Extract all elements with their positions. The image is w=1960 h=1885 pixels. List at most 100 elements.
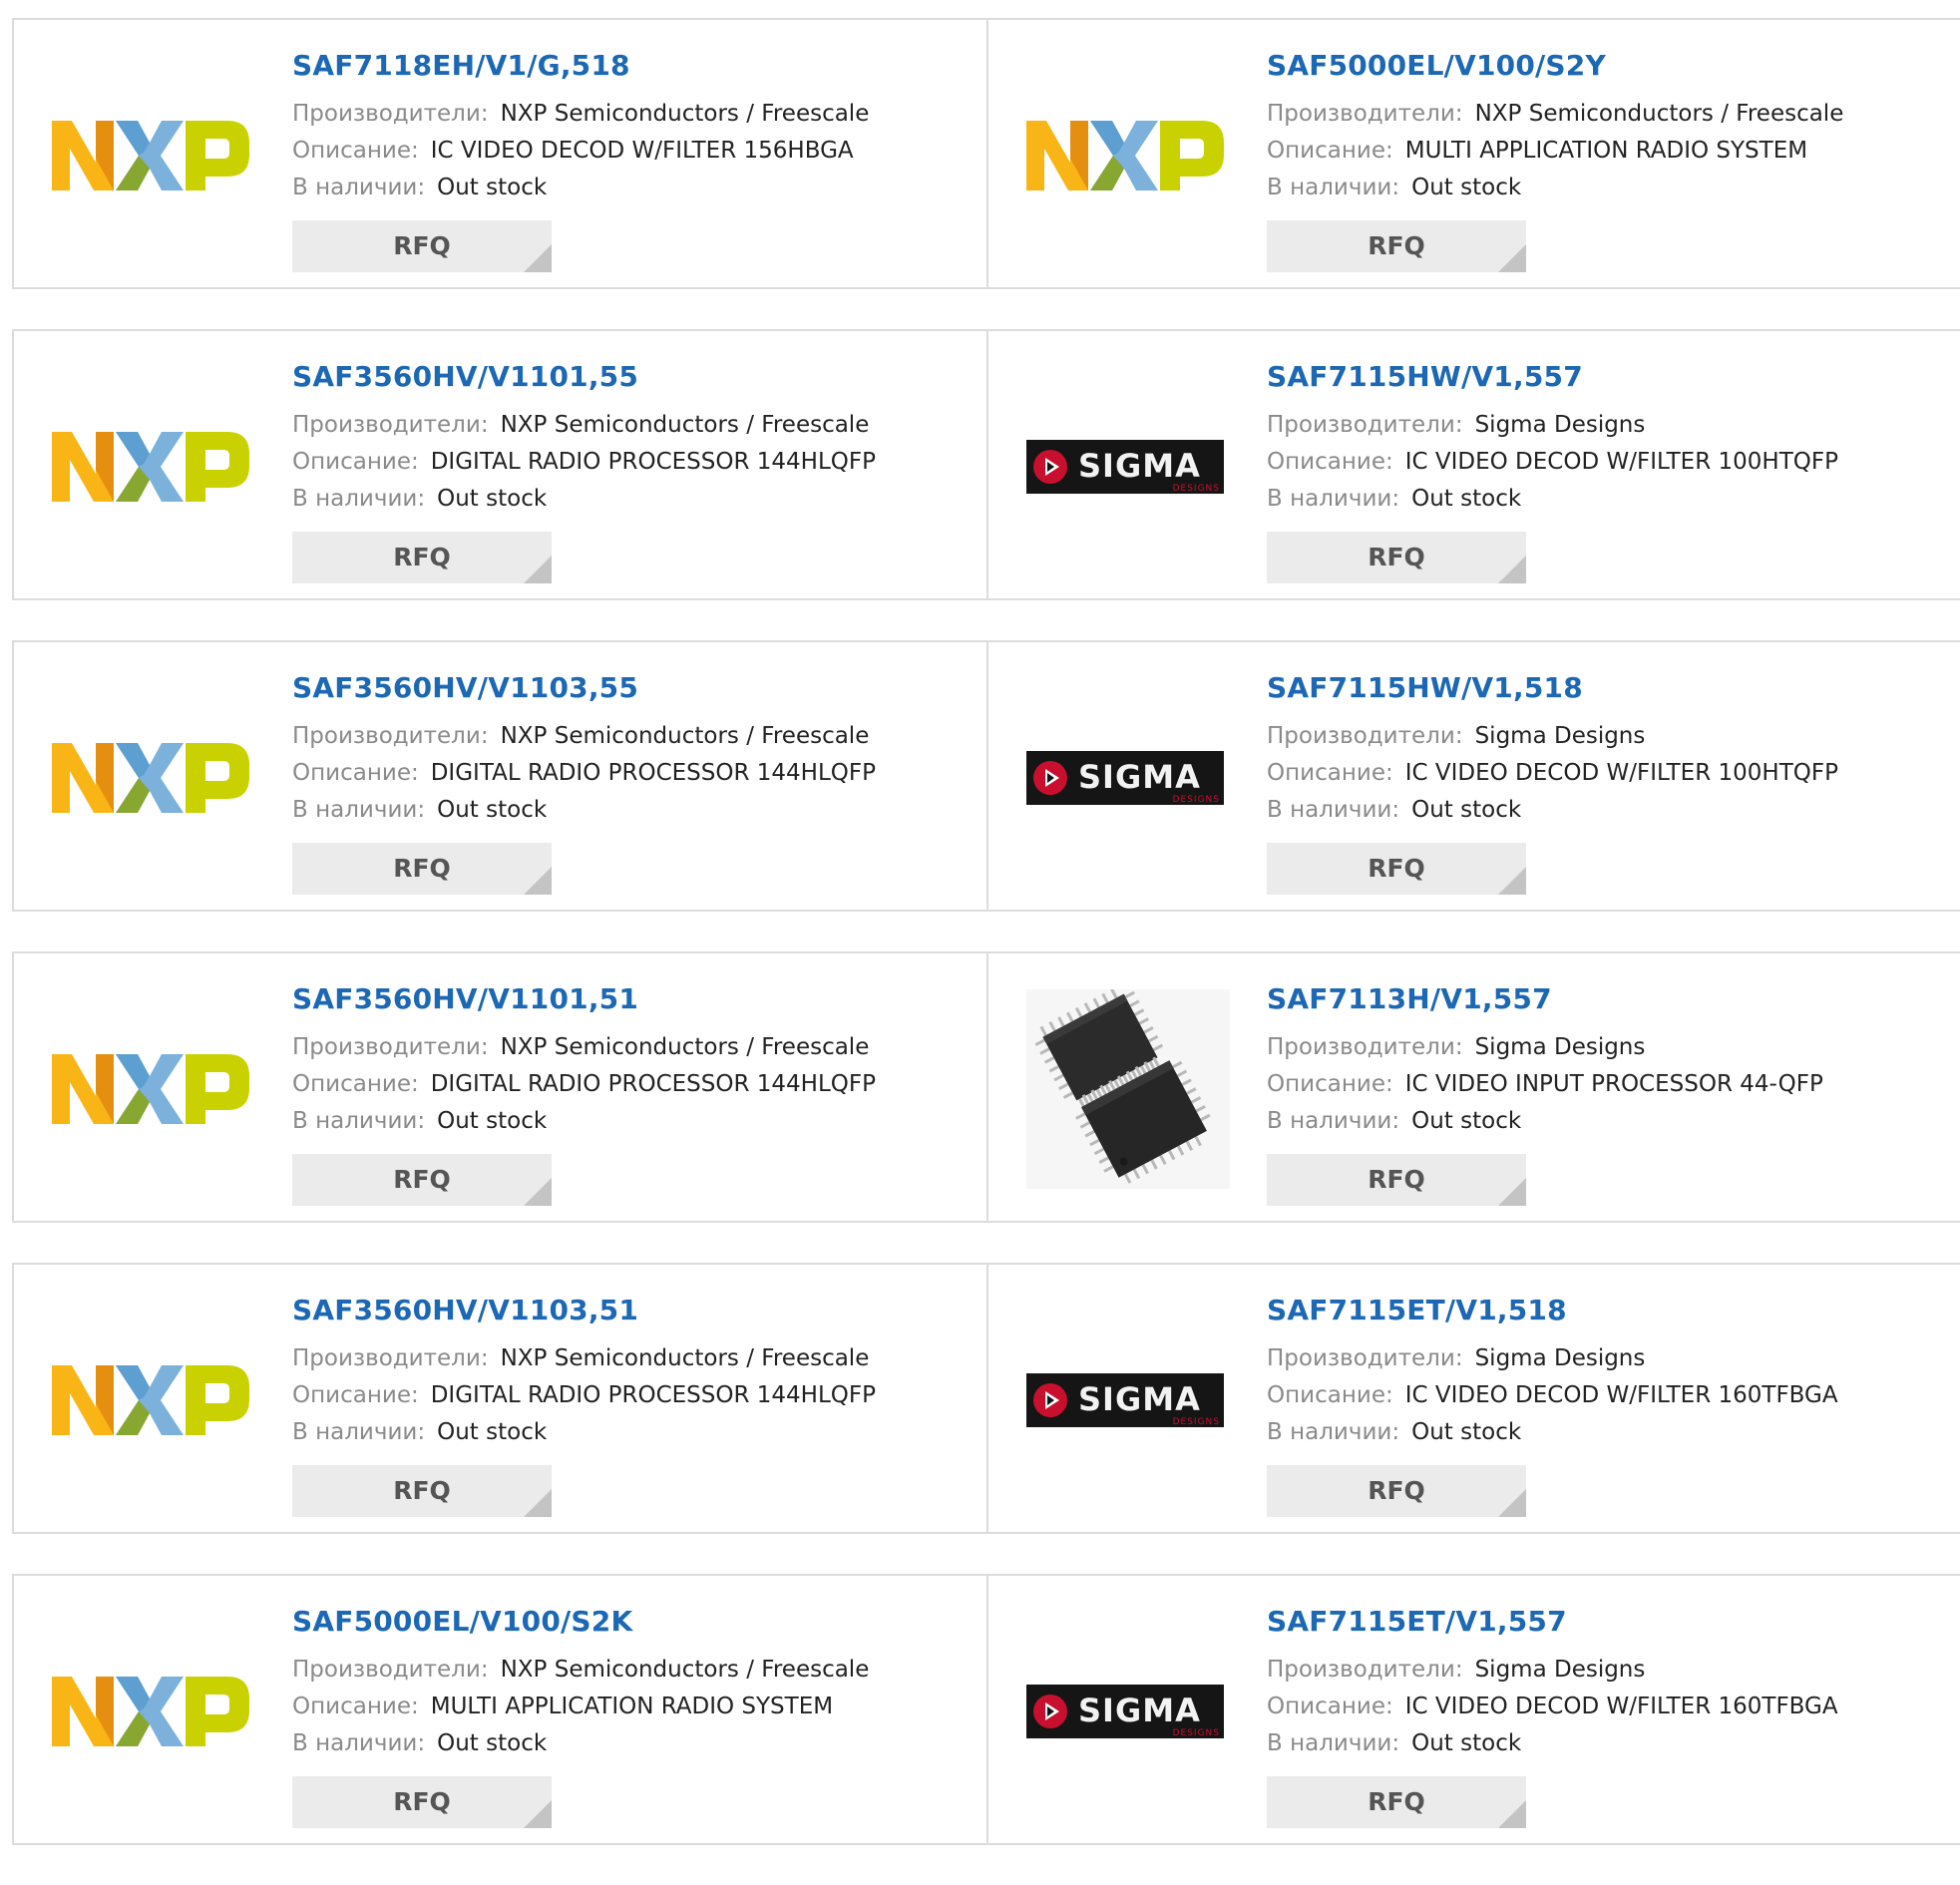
part-number-link[interactable]: SAF3560HV/V1101,55 bbox=[292, 359, 876, 395]
part-number-link[interactable]: SAF5000EL/V100/S2K bbox=[292, 1604, 869, 1640]
availability-label: В наличии: bbox=[292, 797, 426, 823]
description-value: MULTI APPLICATION RADIO SYSTEM bbox=[430, 1694, 834, 1719]
corner-triangle-icon bbox=[1498, 1178, 1526, 1206]
chip-image[interactable] bbox=[1026, 989, 1230, 1189]
nxp-logo[interactable] bbox=[52, 1675, 253, 1748]
sigma-logo[interactable]: SIGMA DESIGNS bbox=[1026, 741, 1228, 815]
sigma-logo[interactable]: SIGMA DESIGNS bbox=[1026, 1675, 1228, 1748]
nxp-logo[interactable] bbox=[52, 741, 253, 815]
rfq-button[interactable]: RFQ bbox=[1267, 1465, 1526, 1517]
rfq-button[interactable]: RFQ bbox=[1267, 532, 1526, 583]
rfq-button[interactable]: RFQ bbox=[292, 1465, 552, 1517]
rfq-button[interactable]: RFQ bbox=[292, 843, 552, 895]
rfq-button[interactable]: RFQ bbox=[1267, 1154, 1526, 1206]
product-info: SAF7115HW/V1,518 Производители: Sigma Desi… bbox=[1267, 670, 1838, 829]
description-line: Описание: IC VIDEO INPUT PROCESSOR 44-QFP bbox=[1267, 1066, 1823, 1103]
availability-line: В наличии: Out stock bbox=[292, 1725, 869, 1762]
availability-label: В наличии: bbox=[292, 1730, 426, 1756]
manufacturer-value: NXP Semiconductors / Freescale bbox=[500, 412, 870, 438]
nxp-logo[interactable] bbox=[52, 1363, 253, 1437]
rfq-button[interactable]: RFQ bbox=[292, 1154, 552, 1206]
manufacturer-label: Производители: bbox=[292, 1657, 489, 1683]
product-info: SAF7113H/V1,557 Производители: Sigma Desig… bbox=[1267, 981, 1823, 1140]
corner-triangle-icon bbox=[524, 1489, 552, 1517]
rfq-button[interactable]: RFQ bbox=[1267, 1776, 1526, 1828]
availability-label: В наличии: bbox=[1267, 175, 1400, 200]
manufacturer-line: Производители: NXP Semiconductors / Frees… bbox=[292, 1029, 876, 1066]
nxp-logo[interactable] bbox=[52, 430, 253, 504]
availability-value: Out stock bbox=[437, 797, 548, 823]
corner-triangle-icon bbox=[524, 1800, 552, 1828]
rfq-button[interactable]: RFQ bbox=[1267, 220, 1526, 272]
sigma-logo-mark: SIGMA DESIGNS bbox=[1026, 1685, 1224, 1738]
availability-line: В наличии: Out stock bbox=[292, 170, 869, 206]
manufacturer-line: Производители: NXP Semiconductors / Frees… bbox=[1267, 96, 1843, 133]
nxp-logo[interactable] bbox=[52, 1052, 253, 1126]
manufacturer-line: Производители: Sigma Designs bbox=[1267, 1029, 1823, 1066]
rfq-button-label: RFQ bbox=[393, 1165, 451, 1194]
availability-label: В наличии: bbox=[292, 486, 426, 512]
part-number-link[interactable]: SAF3560HV/V1103,51 bbox=[292, 1293, 876, 1328]
manufacturer-line: Производители: NXP Semiconductors / Frees… bbox=[292, 718, 876, 755]
nxp-logo[interactable] bbox=[52, 119, 253, 192]
manufacturer-value: NXP Semiconductors / Freescale bbox=[500, 1657, 870, 1683]
manufacturer-line: Производители: Sigma Designs bbox=[1267, 718, 1838, 755]
nxp-logo[interactable] bbox=[1026, 119, 1228, 192]
nxp-logo-mark bbox=[1026, 121, 1224, 190]
corner-triangle-icon bbox=[1498, 1800, 1526, 1828]
rfq-button[interactable]: RFQ bbox=[1267, 843, 1526, 895]
availability-label: В наличии: bbox=[292, 1419, 426, 1445]
availability-value: Out stock bbox=[1411, 175, 1522, 200]
part-number-link[interactable]: SAF3560HV/V1101,51 bbox=[292, 981, 876, 1017]
part-number-link[interactable]: SAF7115HW/V1,518 bbox=[1267, 670, 1838, 706]
part-number-link[interactable]: SAF3560HV/V1103,55 bbox=[292, 670, 876, 706]
part-number-link[interactable]: SAF7118EH/V1/G,518 bbox=[292, 48, 869, 84]
rfq-button-label: RFQ bbox=[393, 1787, 451, 1816]
description-label: Описание: bbox=[1267, 1382, 1393, 1408]
description-line: Описание: IC VIDEO DECOD W/FILTER 160TFBG… bbox=[1267, 1377, 1838, 1414]
description-line: Описание: MULTI APPLICATION RADIO SYSTEM bbox=[1267, 133, 1843, 170]
product-row: SAF5000EL/V100/S2K Производители: NXP Semi… bbox=[12, 1574, 1960, 1845]
description-line: Описание: MULTI APPLICATION RADIO SYSTEM bbox=[292, 1689, 869, 1725]
rfq-button[interactable]: RFQ bbox=[292, 532, 552, 583]
sigma-logo[interactable]: SIGMA DESIGNS bbox=[1026, 1363, 1228, 1437]
part-number-link[interactable]: SAF7115HW/V1,557 bbox=[1267, 359, 1838, 395]
availability-line: В наличии: Out stock bbox=[1267, 792, 1838, 829]
description-line: Описание: DIGITAL RADIO PROCESSOR 144HLQF… bbox=[292, 1066, 876, 1103]
part-number-link[interactable]: SAF7115ET/V1,557 bbox=[1267, 1604, 1838, 1640]
manufacturer-value: NXP Semiconductors / Freescale bbox=[500, 101, 870, 127]
part-number-link[interactable]: SAF7115ET/V1,518 bbox=[1267, 1293, 1838, 1328]
rfq-button-label: RFQ bbox=[1368, 1476, 1425, 1505]
availability-label: В наличии: bbox=[1267, 486, 1400, 512]
manufacturer-label: Производители: bbox=[1267, 1034, 1463, 1060]
product-card: SAF5000EL/V100/S2Y Производители: NXP Semi… bbox=[986, 18, 1960, 289]
availability-value: Out stock bbox=[437, 1108, 548, 1134]
manufacturer-line: Производители: Sigma Designs bbox=[1267, 1652, 1838, 1689]
sigma-logo[interactable]: SIGMA DESIGNS bbox=[1026, 430, 1228, 504]
description-label: Описание: bbox=[292, 1382, 419, 1408]
nxp-logo-mark bbox=[52, 743, 249, 813]
availability-label: В наличии: bbox=[1267, 1730, 1400, 1756]
product-info: SAF5000EL/V100/S2K Производители: NXP Semi… bbox=[292, 1604, 869, 1762]
manufacturer-line: Производители: NXP Semiconductors / Frees… bbox=[292, 1340, 876, 1377]
availability-label: В наличии: bbox=[292, 175, 426, 200]
sigma-logo-mark: SIGMA DESIGNS bbox=[1026, 440, 1224, 494]
manufacturer-line: Производители: NXP Semiconductors / Frees… bbox=[292, 407, 876, 444]
description-line: Описание: IC VIDEO DECOD W/FILTER 156HBGA bbox=[292, 133, 869, 170]
manufacturer-line: Производители: Sigma Designs bbox=[1267, 1340, 1838, 1377]
description-value: IC VIDEO DECOD W/FILTER 100HTQFP bbox=[1404, 449, 1838, 475]
rfq-button[interactable]: RFQ bbox=[292, 220, 552, 272]
corner-triangle-icon bbox=[524, 867, 552, 895]
product-info: SAF7115ET/V1,557 Производители: Sigma Desi… bbox=[1267, 1604, 1838, 1762]
manufacturer-value: Sigma Designs bbox=[1474, 412, 1646, 438]
description-value: IC VIDEO DECOD W/FILTER 160TFBGA bbox=[1404, 1694, 1838, 1719]
sigma-submark: DESIGNS bbox=[1173, 1417, 1220, 1427]
corner-triangle-icon bbox=[524, 556, 552, 583]
corner-triangle-icon bbox=[1498, 1489, 1526, 1517]
sigma-wordmark: SIGMA bbox=[1078, 447, 1201, 485]
part-number-link[interactable]: SAF7113H/V1,557 bbox=[1267, 981, 1823, 1017]
corner-triangle-icon bbox=[1498, 867, 1526, 895]
part-number-link[interactable]: SAF5000EL/V100/S2Y bbox=[1267, 48, 1843, 84]
product-info: SAF3560HV/V1101,51 Производители: NXP Semi… bbox=[292, 981, 876, 1140]
rfq-button[interactable]: RFQ bbox=[292, 1776, 552, 1828]
